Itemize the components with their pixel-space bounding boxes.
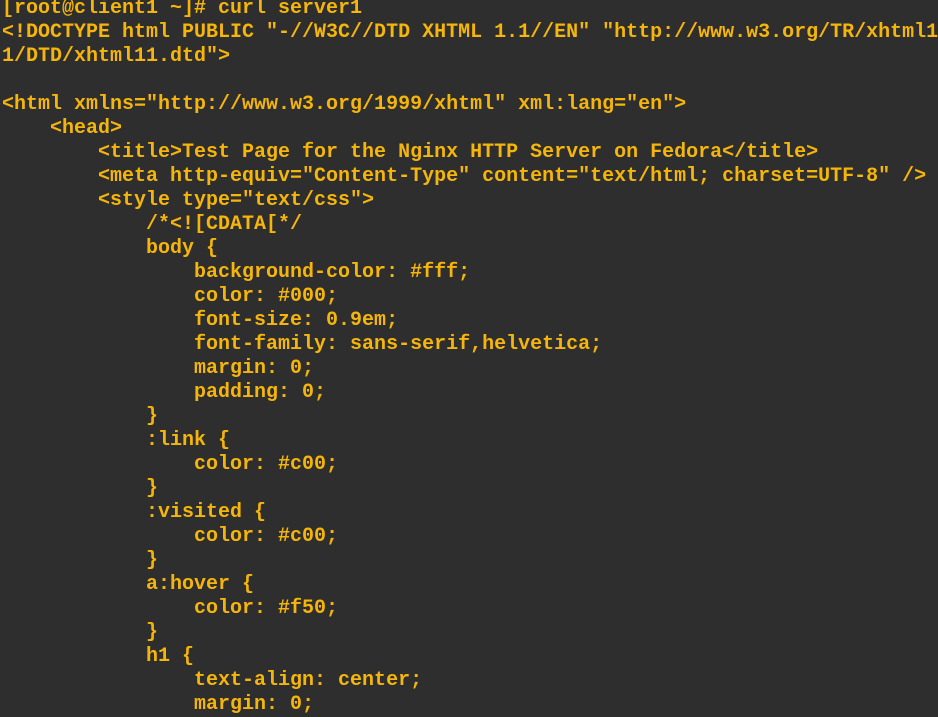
output-line: <style type="text/css">	[2, 189, 375, 212]
output-line: color: #c00;	[2, 453, 339, 476]
output-line: margin: 0;	[2, 357, 315, 380]
output-line: <!DOCTYPE html PUBLIC "-//W3C//DTD XHTML…	[2, 21, 938, 44]
output-line: h1 {	[2, 645, 195, 668]
output-line: <title>Test Page for the Nginx HTTP Serv…	[2, 141, 819, 164]
output-line: font-family: sans-serif,helvetica;	[2, 333, 603, 356]
output-line: :visited {	[2, 501, 267, 524]
output-line: 1/DTD/xhtml11.dtd">	[2, 45, 231, 68]
output-line: margin: 0;	[2, 693, 315, 716]
output-line: color: #f50;	[2, 597, 339, 620]
output-line: color: #c00;	[2, 525, 339, 548]
output-line: }	[2, 477, 159, 500]
output-line: padding: 0;	[2, 381, 327, 404]
output-line: }	[2, 549, 159, 572]
output-line: a:hover {	[2, 573, 255, 596]
output-line: /*<![CDATA[*/	[2, 213, 303, 236]
output-line: <meta http-equiv="Content-Type" content=…	[2, 165, 927, 188]
output-line: text-align: center;	[2, 669, 423, 692]
output-line: }	[2, 405, 159, 428]
output-line: body {	[2, 237, 219, 260]
prompt-line: [root@client1 ~]# curl server1	[2, 0, 363, 20]
output-line: <head>	[2, 117, 123, 140]
output-line: background-color: #fff;	[2, 261, 471, 284]
output-line: }	[2, 621, 159, 644]
output-line: <html xmlns="http://www.w3.org/1999/xhtm…	[2, 93, 687, 116]
output-line: color: #000;	[2, 285, 339, 308]
output-line: :link {	[2, 429, 231, 452]
output-line: font-size: 0.9em;	[2, 309, 399, 332]
terminal-output[interactable]: [root@client1 ~]# curl server1 <!DOCTYPE…	[2, 0, 938, 717]
